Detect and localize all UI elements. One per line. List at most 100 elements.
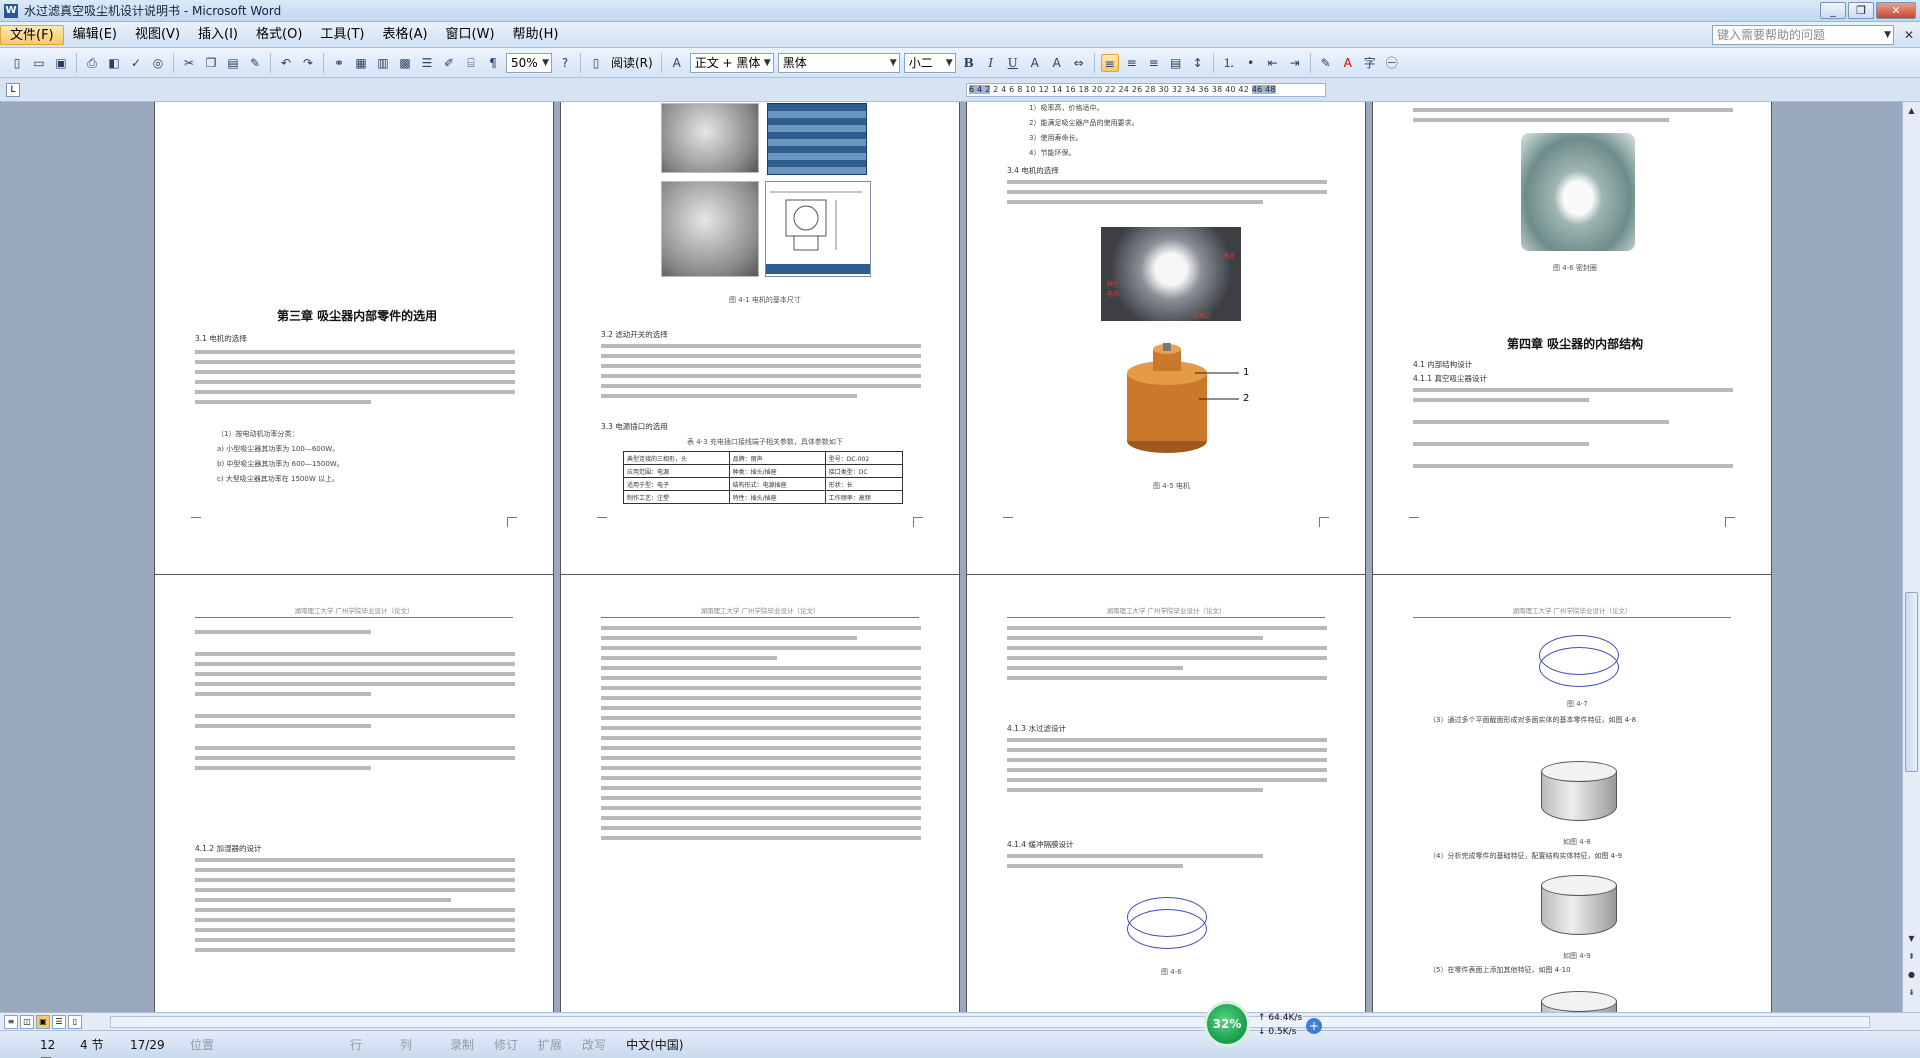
status-track-changes[interactable]: 修订: [484, 1036, 528, 1054]
print-preview-icon[interactable]: ◧: [105, 54, 123, 72]
font-color-icon[interactable]: A: [1339, 54, 1357, 72]
numbering-icon[interactable]: ⒈: [1220, 54, 1238, 72]
zoom-select[interactable]: 50% ▼: [506, 52, 552, 73]
save-icon[interactable]: ▣: [52, 54, 70, 72]
list-item: a) 小型吸尘器其功率为 100—600W。: [217, 445, 340, 453]
insert-excel-icon[interactable]: ▩: [396, 54, 414, 72]
scroll-down-icon[interactable]: ▼: [1905, 932, 1918, 946]
align-justify-icon[interactable]: ≡: [1100, 53, 1119, 72]
outline-view-icon[interactable]: ☰: [52, 1015, 66, 1029]
page-6[interactable]: 湖南理工大学 广州学院毕业设计（论文）: [560, 574, 960, 1012]
tables-borders-icon[interactable]: ▦: [352, 54, 370, 72]
prev-page-icon[interactable]: ⇞: [1905, 950, 1918, 964]
page-8[interactable]: 湖南理工大学 广州学院毕业设计（论文） 图 4-7 （3）通过多个平面截面形成对…: [1372, 574, 1772, 1012]
italic-button[interactable]: I: [982, 54, 1000, 72]
help-search-input[interactable]: 键入需要帮助的问题 ▼: [1712, 25, 1894, 45]
status-overtype[interactable]: 改写: [572, 1036, 616, 1054]
underline-button[interactable]: U: [1004, 54, 1022, 72]
document-workspace[interactable]: 第三章 吸尘器内部零件的选用 3.1 电机的选择 （1）按电动机功率分类： a)…: [0, 102, 1902, 1012]
table-cell: 种类：插头/插座: [728, 464, 826, 478]
insert-table-icon[interactable]: ▥: [374, 54, 392, 72]
vertical-scrollbar[interactable]: ▲ ▼ ⇞ ● ⇟: [1902, 102, 1920, 1012]
close-button[interactable]: ✕: [1876, 2, 1916, 19]
network-widget[interactable]: 32%: [1204, 1001, 1250, 1047]
separator: [323, 52, 324, 73]
restore-button[interactable]: ❐: [1848, 2, 1874, 19]
body-text: [195, 625, 515, 776]
menu-insert[interactable]: 插入(I): [189, 25, 247, 45]
research-icon[interactable]: ◎: [149, 54, 167, 72]
chevron-down-icon[interactable]: ▼: [1884, 26, 1891, 44]
browse-object-icon[interactable]: ●: [1905, 968, 1918, 982]
normal-view-icon[interactable]: ≡: [4, 1015, 18, 1029]
char-shading-icon[interactable]: A: [1048, 54, 1066, 72]
body-text: [195, 345, 515, 410]
line-spacing-icon[interactable]: ↕: [1189, 54, 1207, 72]
upload-speed-value: 64.4K/s: [1268, 1013, 1303, 1023]
web-view-icon[interactable]: ◫: [20, 1015, 34, 1029]
menu-edit[interactable]: 编辑(E): [64, 25, 126, 45]
spelling-icon[interactable]: ✓: [127, 54, 145, 72]
font-select[interactable]: 黑体 ▼: [777, 52, 900, 73]
menu-file[interactable]: 文件(F): [0, 24, 64, 45]
styles-icon[interactable]: A: [668, 54, 686, 72]
reading-button[interactable]: 阅读(R): [611, 54, 653, 71]
tab-selector[interactable]: L: [6, 83, 20, 97]
cut-icon[interactable]: ✂: [180, 54, 198, 72]
char-scale-icon[interactable]: ⇔: [1070, 54, 1088, 72]
menu-window[interactable]: 窗口(W): [437, 25, 504, 45]
drawing-icon[interactable]: ✐: [440, 54, 458, 72]
reading-layout-icon[interactable]: ▯: [587, 54, 605, 72]
new-document-icon[interactable]: ▯: [8, 54, 26, 72]
document-map-icon[interactable]: ⌸: [462, 54, 480, 72]
body-text: [1007, 175, 1327, 210]
next-page-icon[interactable]: ⇟: [1905, 986, 1918, 1000]
plus-icon[interactable]: +: [1306, 1018, 1322, 1034]
status-record[interactable]: 录制: [440, 1036, 484, 1054]
bullets-icon[interactable]: •: [1242, 54, 1260, 72]
list-item: 3）使用寿命长。: [1029, 134, 1083, 142]
copy-icon[interactable]: ❐: [202, 54, 220, 72]
menu-format[interactable]: 格式(O): [247, 25, 311, 45]
separator: [173, 52, 174, 73]
redo-icon[interactable]: ↷: [299, 54, 317, 72]
phonetic-icon[interactable]: 字: [1361, 54, 1379, 72]
distributed-icon[interactable]: ▤: [1167, 54, 1185, 72]
horizontal-ruler[interactable]: 6 4 2 2 4 6 8 10 12 14 16 18 20 22 24 26…: [966, 83, 1326, 97]
show-hide-icon[interactable]: ¶: [484, 54, 502, 72]
enclose-char-icon[interactable]: ㊀: [1383, 54, 1401, 72]
font-size-select[interactable]: 小二 ▼: [903, 52, 956, 73]
paste-icon[interactable]: ▤: [224, 54, 242, 72]
align-center-icon[interactable]: ≡: [1123, 54, 1141, 72]
horizontal-scroll-thumb[interactable]: [110, 1016, 1870, 1028]
highlight-icon[interactable]: ✎: [1317, 54, 1335, 72]
menu-table[interactable]: 表格(A): [374, 25, 437, 45]
page-5[interactable]: 湖南理工大学 广州学院毕业设计（论文） 4.1.2 加湿器的设计: [154, 574, 554, 1012]
page-7[interactable]: 湖南理工大学 广州学院毕业设计（论文） 4.1.3 水过滤设计 4.1.4 缓冲…: [966, 574, 1366, 1012]
help-icon[interactable]: ?: [556, 54, 574, 72]
reading-view-icon[interactable]: ▯: [68, 1015, 82, 1029]
menu-view[interactable]: 视图(V): [126, 25, 189, 45]
print-layout-icon[interactable]: ▣: [36, 1015, 50, 1029]
align-right-icon[interactable]: ≡: [1145, 54, 1163, 72]
format-painter-icon[interactable]: ✎: [246, 54, 264, 72]
hyperlink-icon[interactable]: ⚭: [330, 54, 348, 72]
open-folder-icon[interactable]: ▭: [30, 54, 48, 72]
horizontal-scrollbar[interactable]: ≡ ◫ ▣ ☰ ▯: [0, 1012, 1920, 1030]
columns-icon[interactable]: ☰: [418, 54, 436, 72]
style-select[interactable]: 正文 + 黑体 ▼: [689, 52, 774, 73]
decrease-indent-icon[interactable]: ⇤: [1264, 54, 1282, 72]
menu-tools[interactable]: 工具(T): [311, 25, 373, 45]
menu-help[interactable]: 帮助(H): [504, 25, 568, 45]
scroll-thumb[interactable]: [1905, 592, 1918, 772]
print-icon[interactable]: ⎙: [83, 54, 101, 72]
scroll-up-icon[interactable]: ▲: [1905, 104, 1918, 118]
bold-button[interactable]: B: [960, 54, 978, 72]
document-close-icon[interactable]: ✕: [1904, 28, 1914, 42]
increase-indent-icon[interactable]: ⇥: [1286, 54, 1304, 72]
minimize-button[interactable]: _: [1820, 2, 1846, 19]
status-extend[interactable]: 扩展: [528, 1036, 572, 1054]
undo-icon[interactable]: ↶: [277, 54, 295, 72]
char-border-icon[interactable]: A: [1026, 54, 1044, 72]
motor-spec-image: [767, 103, 867, 175]
